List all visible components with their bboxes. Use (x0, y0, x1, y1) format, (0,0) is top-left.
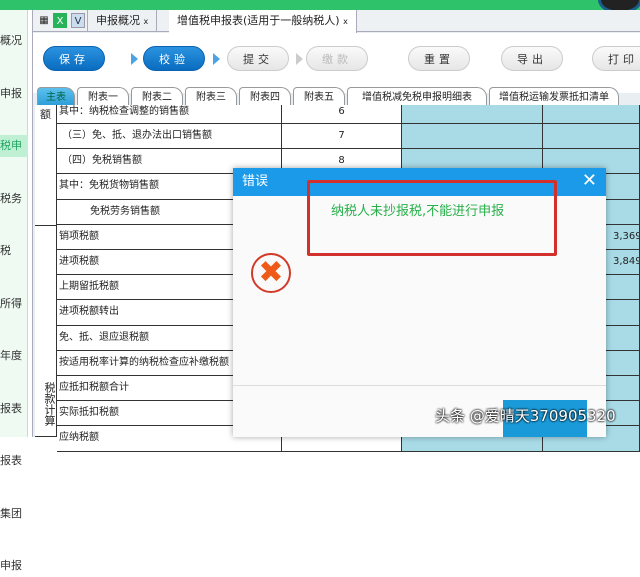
sidebar-item[interactable]: 报表 (0, 398, 28, 420)
form-tab[interactable]: 增值税运输发票抵扣清单 (489, 87, 619, 107)
sidebar-item[interactable]: 申报 (0, 83, 28, 105)
row-label: （三）免、抵、退办法出口销售额 (57, 124, 282, 150)
tab-vat-return[interactable]: 增值税申报表(适用于一般纳税人) x (169, 10, 357, 33)
form-tab[interactable]: 附表三 (185, 87, 237, 107)
form-tab[interactable]: 附表四 (239, 87, 291, 107)
excel-icon[interactable]: X (53, 13, 67, 28)
check-button[interactable]: 校验 (143, 46, 205, 71)
close-icon[interactable]: x (144, 17, 149, 26)
form-tab[interactable]: 附表五 (293, 87, 345, 107)
pay-button[interactable]: 缴款 (306, 46, 368, 71)
row-label: 其中：纳税检查调整的销售额 (57, 105, 282, 124)
sidebar-item[interactable]: 所得 (0, 293, 28, 315)
arrow-right-icon (213, 53, 220, 65)
sidebar-item[interactable]: 税 (0, 240, 28, 262)
page-tab-strip: ▦ X V 申报概况 x 增值税申报表(适用于一般纳税人) x (33, 10, 640, 33)
input-cell (402, 124, 543, 150)
save-button[interactable]: 保存 (43, 46, 105, 71)
watermark: 头条 @爱晴天370905320 (435, 407, 616, 425)
close-icon[interactable]: x (343, 17, 348, 26)
top-bar (0, 0, 640, 10)
sidebar-item[interactable]: 申报 (0, 555, 28, 577)
form-tab[interactable]: 增值税减免税申报明细表 (347, 87, 487, 107)
group-label: 额 (35, 105, 57, 226)
sidebar-item[interactable]: 税申 (0, 135, 28, 157)
sidebar-item[interactable]: 集团 (0, 503, 28, 525)
tab-label: 增值税申报表(适用于一般纳税人) (177, 14, 340, 27)
error-icon: ✖ (251, 253, 291, 293)
export-button[interactable]: 导出 (501, 46, 563, 71)
tab-label: 申报概况 (96, 14, 140, 27)
toolbar: 保存 校验 提交 缴款 重置 导出 打印 (33, 33, 640, 93)
group-label: 税款计算 (35, 226, 57, 437)
form-tabs: 主表 附表一 附表二 附表三 附表四 附表五 增值税减免税申报明细表 增值税运输发票抵扣清单 (33, 85, 640, 107)
input-cell (402, 105, 543, 124)
sidebar-item[interactable]: 年度 (0, 345, 28, 367)
value-cell[interactable] (543, 105, 640, 124)
form-tab[interactable]: 主表 (37, 87, 75, 107)
close-icon[interactable]: ✕ (582, 170, 597, 191)
reset-button[interactable]: 重置 (408, 46, 470, 71)
error-dialog: 错误 ✕ 纳税人未抄报税,不能进行申报 ✖ (233, 168, 606, 437)
arrow-right-icon (131, 53, 138, 65)
sidebar-item[interactable]: 概况 (0, 30, 28, 52)
sidebar-item[interactable]: 税务 (0, 188, 28, 210)
chevron-down-icon[interactable]: V (71, 13, 85, 28)
tab-overview[interactable]: 申报概况 x (87, 10, 158, 32)
dialog-footer-divider (233, 385, 606, 386)
sidebar-item[interactable]: 报表 (0, 450, 28, 472)
value-cell[interactable] (543, 124, 640, 150)
error-message: 纳税人未抄报税,不能进行申报 (331, 204, 505, 219)
arrow-right-icon (296, 53, 303, 65)
submit-button[interactable]: 提交 (227, 46, 289, 71)
grid-icon[interactable]: ▦ (37, 13, 51, 28)
row-number: 6 (282, 105, 402, 124)
print-button[interactable]: 打印 (592, 46, 640, 71)
form-tab[interactable]: 附表二 (131, 87, 183, 107)
form-tab[interactable]: 附表一 (77, 87, 129, 107)
row-number: 7 (282, 124, 402, 150)
sidebar: 概况 申报 税申 税务税所得 年度 报表 报表 集团 申报 (0, 10, 28, 572)
